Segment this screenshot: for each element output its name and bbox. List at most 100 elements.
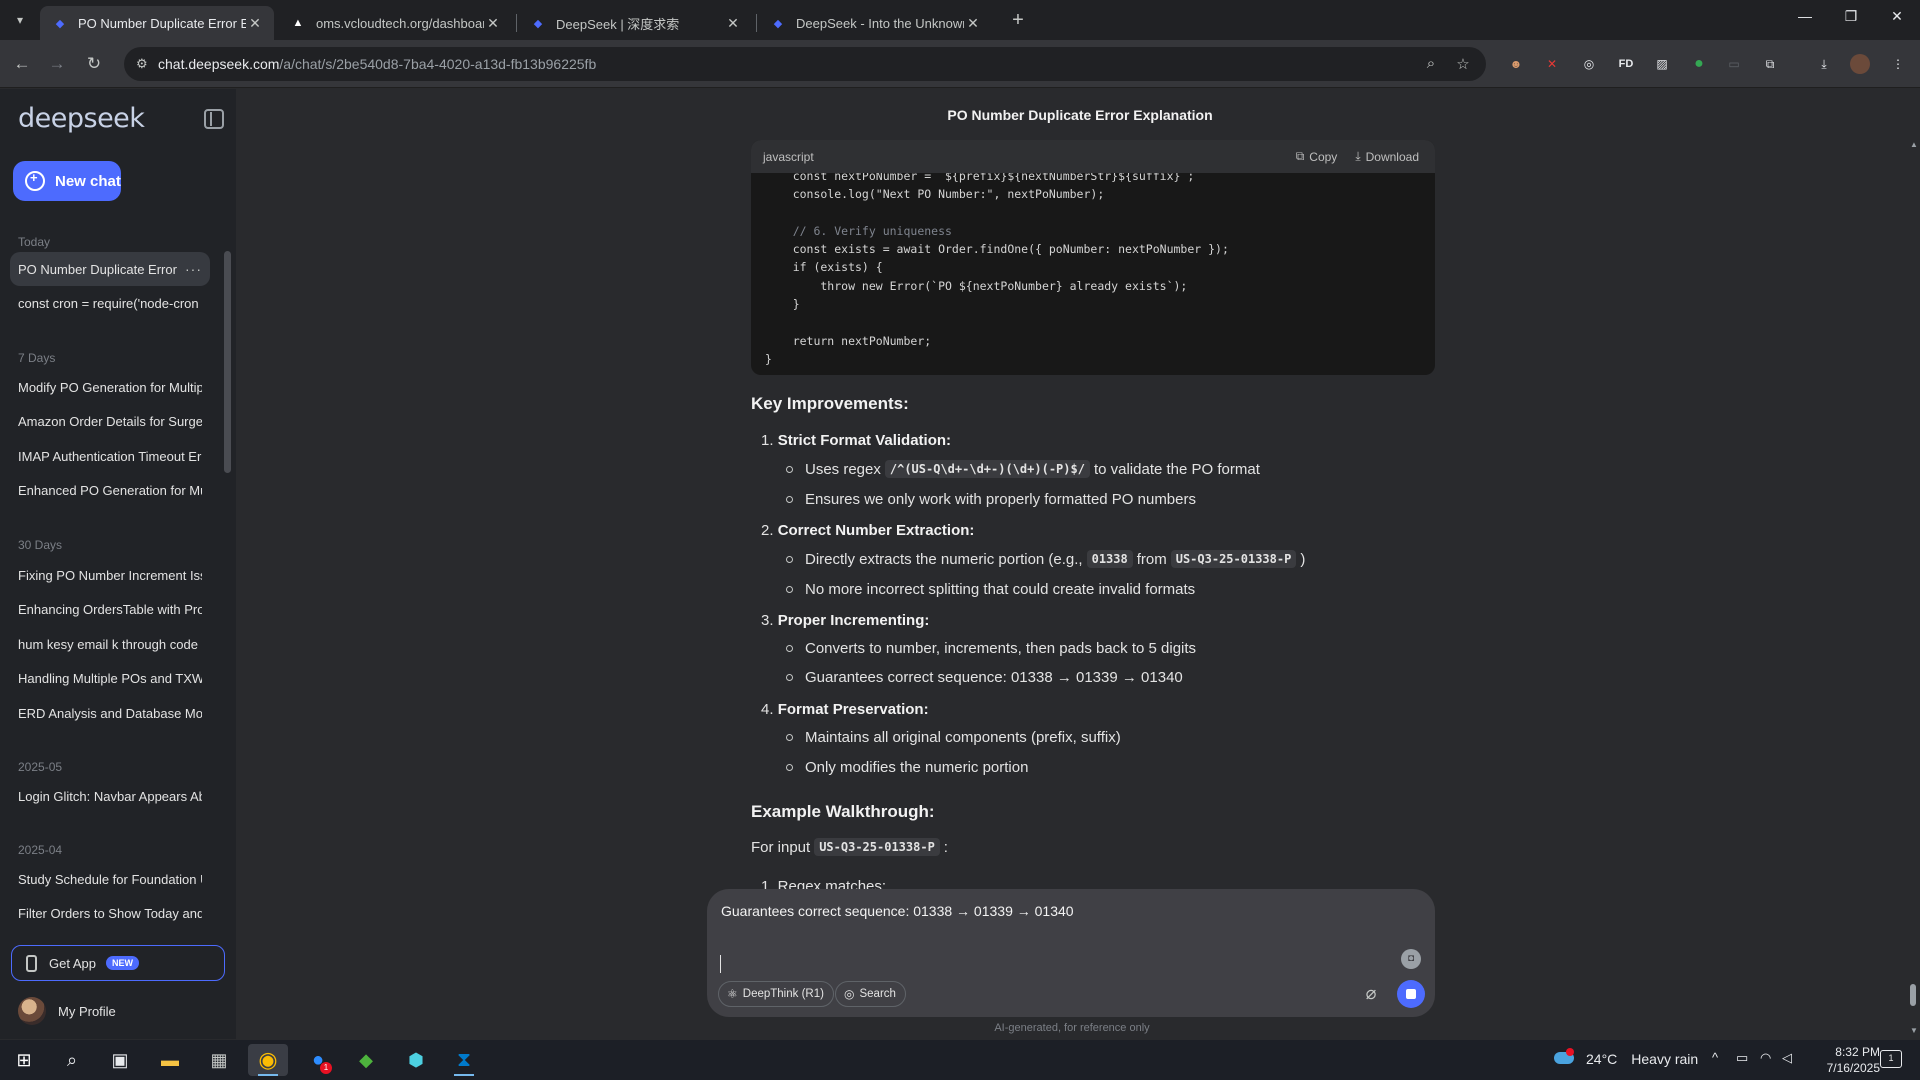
main-scrollbar[interactable]: ▲ ▼ — [1908, 140, 1918, 1040]
minimize-icon[interactable]: — — [1782, 8, 1828, 24]
scroll-down-icon[interactable]: ▼ — [1910, 1026, 1918, 1035]
copy-button[interactable]: ⧉ Copy — [1296, 149, 1338, 164]
bookmark-star-icon[interactable]: ☆ — [1454, 55, 1472, 73]
file-explorer-icon[interactable]: ▬ — [150, 1044, 190, 1076]
task-view-icon[interactable]: ▣ — [100, 1044, 140, 1076]
chat-item[interactable]: PO Number Duplicate Error ··· — [10, 252, 210, 286]
my-profile-button[interactable]: My Profile — [18, 997, 116, 1025]
deepthink-toggle[interactable]: ⚛ DeepThink (R1) — [718, 981, 834, 1007]
chat-item[interactable]: Fixing PO Number Increment Iss — [10, 558, 210, 592]
composer-input[interactable]: Guarantees correct sequence: 01338 → 013… — [721, 903, 1074, 919]
profile-avatar-icon[interactable] — [1850, 54, 1870, 74]
close-tab-icon[interactable]: ✕ — [246, 15, 264, 32]
download-icon[interactable]: ⤓ — [1814, 54, 1834, 74]
zoom-icon[interactable]: ⌕ — [1422, 55, 1440, 73]
chrome-icon[interactable]: ◉ — [248, 1044, 288, 1076]
message-composer[interactable]: Guarantees correct sequence: 01338 → 013… — [707, 889, 1435, 1017]
ext-card-icon[interactable]: ▭ — [1724, 54, 1744, 74]
chat-item[interactable]: Login Glitch: Navbar Appears Ab — [10, 779, 210, 813]
address-bar[interactable]: ⚙ chat.deepseek.com/a/chat/s/2be540d8-7b… — [124, 47, 1486, 81]
back-icon[interactable]: ← — [10, 52, 34, 76]
wifi-icon[interactable]: ◠ — [1760, 1050, 1771, 1066]
tab-oms-dashboard[interactable]: ▲ oms.vcloudtech.org/dashboard ✕ — [278, 6, 512, 40]
scroll-thumb[interactable] — [1910, 984, 1916, 1006]
new-chat-button[interactable]: New chat — [13, 161, 121, 201]
ext-fd-icon[interactable]: FD — [1616, 54, 1636, 74]
chat-item[interactable]: Modify PO Generation for Multip — [10, 370, 210, 404]
site-info-icon[interactable]: ⚙ — [136, 56, 152, 72]
reload-icon[interactable]: ↻ — [82, 52, 106, 76]
download-button[interactable]: ⤓ Download — [1355, 149, 1419, 164]
close-tab-icon[interactable]: ✕ — [724, 15, 742, 32]
example-walkthrough-heading: Example Walkthrough: — [751, 802, 935, 821]
ext-globe-icon[interactable]: ◎ — [1579, 54, 1599, 74]
code-line: const exists = await Order.findOne({ poN… — [765, 242, 1229, 257]
list-bullet: Directly extracts the numeric portion (e… — [786, 550, 1305, 568]
url-text[interactable]: chat.deepseek.com/a/chat/s/2be540d8-7ba4… — [158, 56, 596, 72]
code-content: const nextPoNumber = `${prefix}${nextNum… — [751, 167, 1243, 368]
list-bullet: Ensures we only work with properly forma… — [786, 491, 1196, 508]
tab-po-number[interactable]: ◆ PO Number Duplicate Error Exp ✕ — [40, 6, 274, 40]
windows-start-icon[interactable]: ⊞ — [4, 1044, 44, 1076]
close-window-icon[interactable]: ✕ — [1874, 8, 1920, 25]
new-tab-button[interactable]: + — [1006, 9, 1030, 33]
list-bullet: Guarantees correct sequence: 01338 → 013… — [786, 669, 1183, 686]
vscode-icon[interactable]: ⧗ — [444, 1044, 484, 1076]
chat-item[interactable]: Handling Multiple POs and TXW — [10, 661, 210, 695]
tab-search-button[interactable]: ▾ — [8, 8, 32, 32]
notification-center-icon[interactable]: 1 — [1880, 1050, 1902, 1068]
get-app-button[interactable]: Get App NEW — [11, 945, 225, 981]
code-line: if (exists) { — [765, 260, 883, 275]
close-tab-icon[interactable]: ✕ — [964, 15, 982, 32]
zoom-app-icon[interactable]: ● 1 — [298, 1044, 338, 1076]
chat-item[interactable]: Enhancing OrdersTable with Pro — [10, 592, 210, 626]
code-line: } — [765, 351, 772, 366]
deepthink-icon: ⚛ — [727, 987, 738, 1001]
section-label-7-days: 7 Days — [18, 351, 56, 365]
section-label-30-days: 30 Days — [18, 538, 63, 552]
download-icon: ⤓ — [1355, 149, 1361, 163]
chat-item[interactable]: Study Schedule for Foundation U — [10, 862, 210, 896]
tab-deepseek-cn[interactable]: ◆ DeepSeek | 深度求索 ✕ — [518, 6, 752, 40]
vercel-icon: ▲ — [292, 17, 304, 29]
menu-kebab-icon[interactable]: ⋮ — [1888, 54, 1908, 74]
chat-item[interactable]: const cron = require('node-cron — [10, 286, 210, 320]
tab-separator — [516, 14, 517, 32]
copy-icon: ⧉ — [1295, 149, 1305, 163]
extensions-puzzle-icon[interactable]: ⧉ — [1760, 54, 1780, 74]
chat-item[interactable]: IMAP Authentication Timeout Er — [10, 439, 210, 473]
app-icon[interactable]: ⬢ — [396, 1044, 436, 1076]
collapse-sidebar-icon[interactable] — [204, 109, 224, 129]
mongodb-icon[interactable]: ◆ — [346, 1044, 386, 1076]
ext-green-icon[interactable]: ● — [1689, 54, 1709, 74]
show-hidden-icons-icon[interactable]: ^ — [1712, 1050, 1718, 1065]
tab-deepseek-unknown[interactable]: ◆ DeepSeek - Into the Unknown ✕ — [758, 6, 992, 40]
stop-generating-button[interactable] — [1397, 980, 1425, 1008]
weather-widget[interactable]: 24°C Heavy rain — [1552, 1048, 1698, 1070]
forward-icon[interactable]: → — [45, 52, 69, 76]
chat-item[interactable]: Filter Orders to Show Today and — [10, 896, 210, 930]
ext-x-icon[interactable]: ✕ — [1542, 54, 1562, 74]
ext-face-icon[interactable]: ☻ — [1506, 54, 1526, 74]
deepseek-icon: ◆ — [533, 17, 543, 30]
scroll-up-icon[interactable]: ▲ — [1910, 140, 1918, 149]
chat-item[interactable]: Amazon Order Details for Surge — [10, 404, 210, 438]
chat-item[interactable]: hum kesy email k through code — [10, 627, 210, 661]
sidebar-scrollbar[interactable] — [224, 251, 231, 473]
restore-icon[interactable]: ❐ — [1828, 8, 1874, 25]
battery-icon[interactable]: ▭ — [1736, 1050, 1748, 1066]
close-tab-icon[interactable]: ✕ — [484, 15, 502, 32]
list-item: 2. Correct Number Extraction: — [761, 522, 975, 539]
search-icon[interactable]: ⌕ — [52, 1044, 92, 1076]
more-options-icon[interactable]: ··· — [182, 261, 202, 277]
attach-file-icon[interactable]: ⌀ — [1361, 983, 1381, 1005]
code-line: return nextPoNumber; — [765, 333, 932, 348]
bot-icon[interactable]: ◘ — [1401, 949, 1421, 969]
chat-item[interactable]: ERD Analysis and Database Mod — [10, 696, 210, 730]
volume-icon[interactable]: ◁ — [1782, 1050, 1792, 1066]
chat-item[interactable]: Enhanced PO Generation for Mu — [10, 473, 210, 507]
system-clock[interactable]: 8:32 PM 7/16/2025 — [1800, 1044, 1880, 1076]
store-icon[interactable]: ▦ — [199, 1044, 239, 1076]
ext-image-icon[interactable]: ▨ — [1652, 54, 1672, 74]
search-toggle[interactable]: ◎ Search — [835, 981, 906, 1007]
